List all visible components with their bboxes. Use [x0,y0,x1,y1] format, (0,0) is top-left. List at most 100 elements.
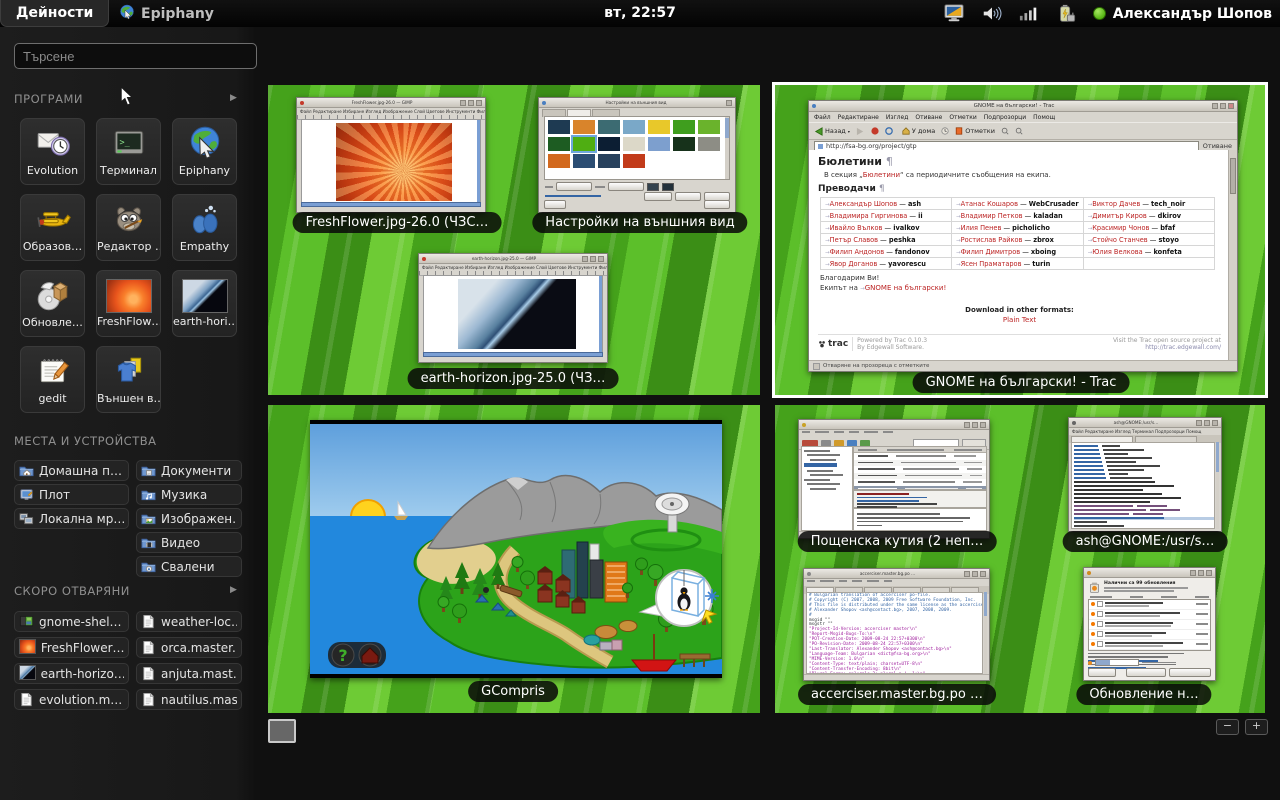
window-gcompris[interactable]: ? [310,420,722,678]
translator-link[interactable]: Илия Пенев [961,224,1002,232]
browser-menubar[interactable]: ФайлРедактиранеИзгледОтиванеОтметкиПодпр… [809,112,1237,122]
recent-item-0[interactable]: weather-loc… [136,611,242,632]
place-item-1[interactable]: Музика [136,484,242,505]
help-button[interactable] [544,200,566,209]
help-button[interactable] [1088,668,1116,677]
menu-подпрозорци[interactable]: Подпрозорци [984,114,1026,121]
wallpaper-thumbnail[interactable] [673,120,695,134]
wallpaper-thumbnail[interactable] [623,154,645,168]
place-item-0[interactable]: Документи [136,460,242,481]
app-tile-редактор[interactable]: Редактор … [96,194,161,261]
translator-link[interactable]: Юлия Велкова [1092,248,1142,256]
translator-link[interactable]: Ростислав Райков [961,236,1023,244]
menu-изглед[interactable]: Изглед [886,114,909,121]
wallpaper-grid[interactable] [544,116,730,180]
app-tile-empathy[interactable]: Empathy [172,194,237,261]
place-item-4[interactable]: Свалени [136,556,242,577]
window-epiphany-trac[interactable]: GNOME на български! - Trac ФайлРедактира… [808,100,1238,372]
updates-list[interactable] [1088,599,1211,651]
scrollbar[interactable] [1228,150,1237,361]
wallpaper-thumbnail[interactable] [648,137,670,151]
workspace-2-active[interactable]: GNOME на български! - Trac ФайлРедактира… [772,82,1268,398]
bulletins-link[interactable]: Бюлетини [863,171,900,179]
reload-icon[interactable] [885,127,893,135]
display-icon[interactable] [943,4,965,23]
wallpaper-thumbnail[interactable] [573,154,595,168]
wallpaper-thumbnail[interactable] [598,154,620,168]
wallpaper-thumbnail[interactable] [548,137,570,151]
wallpaper-thumbnail[interactable] [548,120,570,134]
translator-link[interactable]: Филип Андонов [830,248,885,256]
recent-item-2[interactable]: anjuta.mast… [136,663,242,684]
window-gimp-earth[interactable]: earth-horizon.jpg-25.0 — GIMP Файл Редак… [418,253,608,363]
plain-text-link[interactable]: Plain Text [818,316,1221,324]
translator-link[interactable]: Петър Славов [830,236,878,244]
wallpaper-thumbnail[interactable] [548,154,570,168]
translator-link[interactable]: Александър Шопов [830,200,898,208]
stop-icon[interactable] [871,127,879,135]
recent-expander-icon[interactable]: ▶ [230,585,237,595]
network-signal-icon[interactable] [1019,5,1039,23]
recent-item-1[interactable]: FreshFlower… [14,637,129,658]
recent-item-2[interactable]: earth-horizo… [14,663,129,684]
wallpaper-thumbnail[interactable] [573,137,595,151]
back-button[interactable]: Назад▾ [814,127,850,136]
appearance-controls[interactable] [545,182,674,191]
wallpaper-thumbnail[interactable] [573,120,595,134]
zoom-out-icon[interactable] [1015,127,1023,135]
trac-site-link[interactable]: http://trac.edgewall.com/ [1113,344,1221,351]
wallpaper-thumbnail[interactable] [623,137,645,151]
recent-item-3[interactable]: evolution.m… [14,689,129,710]
recent-item-3[interactable]: nautilus.mas… [136,689,242,710]
zoom-in-icon[interactable] [1001,127,1009,135]
translator-link[interactable]: Ясен Праматаров [961,260,1022,268]
team-link[interactable]: GNOME на български! [865,284,947,292]
translator-link[interactable]: Виктор Дачев [1092,200,1140,208]
url-text[interactable]: http://fsa-bg.org/project/gtp [826,142,917,150]
translator-link[interactable]: Стойчо Станчев [1092,236,1147,244]
workspace-indicator[interactable] [268,719,296,743]
translator-link[interactable]: Филип Димитров [961,248,1021,256]
update-row[interactable] [1089,610,1210,620]
app-tile-gedit[interactable]: gedit [20,346,85,413]
wallpaper-thumbnail[interactable] [673,137,695,151]
wallpaper-thumbnail[interactable] [623,120,645,134]
zoom-in-button[interactable]: + [1245,719,1268,735]
window-gimp-freshflower[interactable]: FreshFlower.jpg-26.0 — GIMP Файл Редакти… [296,97,486,213]
clock[interactable]: вт, 22:57 [604,0,676,27]
workspace-4[interactable]: ash@GNOME:/usr/s… Файл Редактиране Изгле… [775,405,1265,713]
search-input[interactable] [14,43,257,69]
place-item-2[interactable]: Локална мр… [14,508,129,529]
app-tile-терминал[interactable]: >_Терминал [96,118,161,185]
trac-page-content[interactable]: Бюлетини ¶ В секция „Бюлетини“ са период… [809,150,1237,361]
bookmarks-button[interactable]: Отметки [955,127,995,135]
volume-icon[interactable] [981,4,1003,23]
wallpaper-thumbnail[interactable] [598,137,620,151]
forward-icon[interactable] [856,127,865,136]
window-evolution-mail[interactable] [798,419,990,539]
place-item-0[interactable]: Домашна п… [14,460,129,481]
home-button[interactable]: У дома [902,127,935,135]
update-row[interactable] [1089,600,1210,610]
updates-buttons[interactable] [1088,668,1211,677]
menu-помощ[interactable]: Помощ [1033,114,1055,121]
translator-link[interactable]: Атанас Кошаров [961,200,1018,208]
app-tile-образов[interactable]: Образов… [20,194,85,261]
app-tile-обновле[interactable]: Обновле… [20,270,85,337]
zoom-out-button[interactable]: − [1216,719,1239,735]
workspace-1[interactable]: FreshFlower.jpg-26.0 — GIMP Файл Редакти… [268,85,760,395]
translator-link[interactable]: Владимира Гиргинова [830,212,908,220]
update-row[interactable] [1089,630,1210,640]
app-tile-evolution[interactable]: Evolution [20,118,85,185]
place-item-2[interactable]: Изображен… [136,508,242,529]
app-menu[interactable]: Epiphany [118,0,214,27]
window-editor-po[interactable]: accerciser.master.bg.po … # Bulgarian tr… [803,568,990,681]
browser-toolbar[interactable]: Назад▾ У дома Отметки [809,122,1237,140]
wallpaper-thumbnail[interactable] [698,120,720,134]
app-tile-earthhori[interactable]: earth-hori… [172,270,237,337]
place-item-3[interactable]: Видео [136,532,242,553]
check-button[interactable] [1126,668,1166,677]
workspace-3[interactable]: ? GCompris [268,405,760,713]
install-button[interactable] [1169,668,1211,677]
wallpaper-thumbnail[interactable] [648,120,670,134]
